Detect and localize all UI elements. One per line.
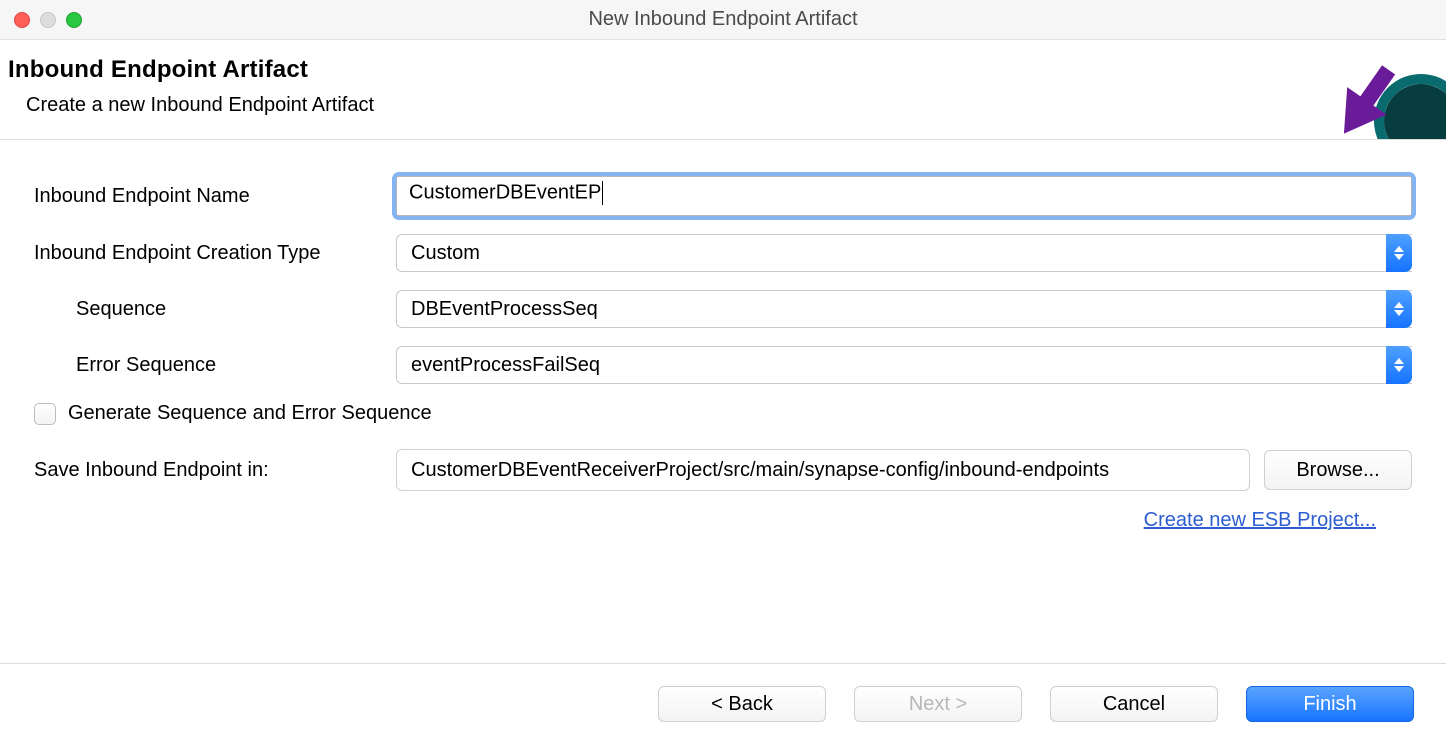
dropdown-arrows-icon (1386, 346, 1412, 384)
name-input-value: CustomerDBEventEP (409, 181, 601, 203)
page-subtitle: Create a new Inbound Endpoint Artifact (8, 94, 1438, 117)
next-button: Next > (854, 686, 1022, 722)
dropdown-arrows-icon (1386, 290, 1412, 328)
form-area: Inbound Endpoint Name CustomerDBEventEP … (0, 140, 1446, 542)
error-sequence-label: Error Sequence (34, 354, 382, 377)
error-sequence-value: eventProcessFailSeq (411, 354, 600, 377)
generate-sequence-label: Generate Sequence and Error Sequence (68, 402, 432, 425)
save-location-label: Save Inbound Endpoint in: (34, 459, 382, 482)
titlebar: New Inbound Endpoint Artifact (0, 0, 1446, 40)
sequence-label: Sequence (34, 298, 382, 321)
window-title: New Inbound Endpoint Artifact (0, 8, 1446, 31)
page-title: Inbound Endpoint Artifact (8, 56, 1438, 84)
name-label: Inbound Endpoint Name (34, 185, 382, 208)
text-cursor-icon (602, 181, 603, 205)
generate-sequence-checkbox[interactable] (34, 403, 56, 425)
sequence-select[interactable]: DBEventProcessSeq (396, 290, 1412, 328)
wizard-footer: < Back Next > Cancel Finish (0, 663, 1446, 744)
create-esb-project-link[interactable]: Create new ESB Project... (1144, 509, 1376, 531)
error-sequence-select[interactable]: eventProcessFailSeq (396, 346, 1412, 384)
sequence-value: DBEventProcessSeq (411, 298, 598, 321)
wizard-header: Inbound Endpoint Artifact Create a new I… (0, 40, 1446, 140)
save-location-field[interactable]: CustomerDBEventReceiverProject/src/main/… (396, 449, 1250, 491)
cancel-button[interactable]: Cancel (1050, 686, 1218, 722)
creation-type-label: Inbound Endpoint Creation Type (34, 242, 382, 265)
name-input[interactable]: CustomerDBEventEP (396, 176, 1412, 216)
creation-type-value: Custom (411, 242, 480, 265)
finish-button[interactable]: Finish (1246, 686, 1414, 722)
creation-type-select[interactable]: Custom (396, 234, 1412, 272)
wizard-icon (1350, 80, 1446, 140)
back-button[interactable]: < Back (658, 686, 826, 722)
dropdown-arrows-icon (1386, 234, 1412, 272)
save-location-value: CustomerDBEventReceiverProject/src/main/… (411, 459, 1109, 482)
browse-button[interactable]: Browse... (1264, 450, 1412, 490)
